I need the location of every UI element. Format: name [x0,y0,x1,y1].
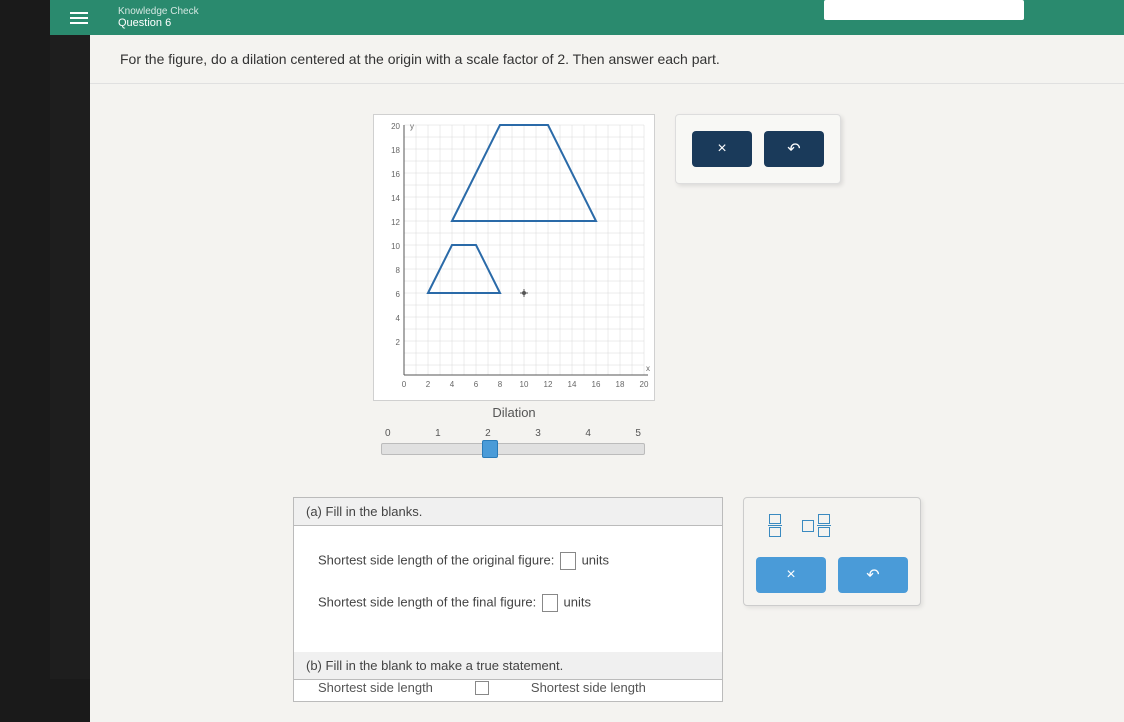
x-icon: × [786,566,795,584]
svg-text:x: x [646,364,650,373]
svg-text:4: 4 [450,380,455,389]
tool-reset-button[interactable]: ↶ [838,557,908,593]
svg-text:16: 16 [592,380,601,389]
part-b-input[interactable] [475,681,489,695]
svg-text:12: 12 [544,380,553,389]
dilation-slider-label: Dilation [373,405,655,420]
header-title: Question 6 [118,17,199,29]
part-b-right: Shortest side length [531,680,646,695]
part-a-line1-pre: Shortest side length of the original fig… [318,552,554,567]
svg-text:16: 16 [391,170,400,179]
tool-clear-button[interactable]: × [756,557,826,593]
slider-thumb[interactable] [482,440,498,458]
svg-text:10: 10 [520,380,529,389]
original-length-input[interactable] [560,552,576,570]
reset-button[interactable]: ↶ [764,131,824,167]
undo-icon: ↶ [787,139,800,159]
svg-text:20: 20 [391,122,400,131]
undo-icon: ↶ [866,565,879,585]
part-a-line2-pre: Shortest side length of the final figure… [318,594,536,609]
svg-text:6: 6 [396,290,401,299]
svg-text:18: 18 [391,146,400,155]
svg-text:10: 10 [391,242,400,251]
svg-text:2: 2 [426,380,431,389]
part-a-header: (a) Fill in the blanks. [294,498,722,526]
svg-text:14: 14 [568,380,577,389]
svg-text:18: 18 [616,380,625,389]
coordinate-graph[interactable]: 20 18 16 14 12 10 8 6 4 2 0 2 4 6 8 10 12 14 16 18 20 [373,114,655,401]
part-a-line2-post: units [564,594,591,609]
final-length-input[interactable] [542,594,558,612]
app-header: Knowledge Check Question 6 [50,0,1124,35]
answer-box: (a) Fill in the blanks. Shortest side le… [293,497,723,702]
svg-text:8: 8 [498,380,503,389]
header-subtitle: Knowledge Check [118,6,199,17]
part-b-left: Shortest side length [318,680,433,695]
svg-text:14: 14 [391,194,400,203]
input-tool-panel: × ↶ [743,497,921,606]
svg-text:20: 20 [640,380,649,389]
header-input-area[interactable] [824,0,1024,20]
svg-text:0: 0 [402,380,407,389]
mixed-fraction-icon[interactable] [802,514,831,537]
x-icon: × [717,140,726,158]
clear-button[interactable]: × [692,131,752,167]
hamburger-menu-icon[interactable] [70,12,88,24]
svg-text:12: 12 [391,218,400,227]
fraction-icon[interactable] [768,514,782,537]
svg-text:y: y [410,122,414,131]
svg-text:4: 4 [396,314,401,323]
question-prompt: For the figure, do a dilation centered a… [90,35,1124,84]
left-edge-strip [50,0,90,679]
part-b-header: (b) Fill in the blank to make a true sta… [294,652,722,680]
dilation-slider[interactable] [381,443,645,455]
svg-text:6: 6 [474,380,479,389]
svg-text:8: 8 [396,266,401,275]
part-a-line1-post: units [582,552,609,567]
graph-action-panel: × ↶ [675,114,841,184]
svg-text:2: 2 [396,338,401,347]
slider-scale: 0 1 2 3 4 5 [381,428,645,439]
